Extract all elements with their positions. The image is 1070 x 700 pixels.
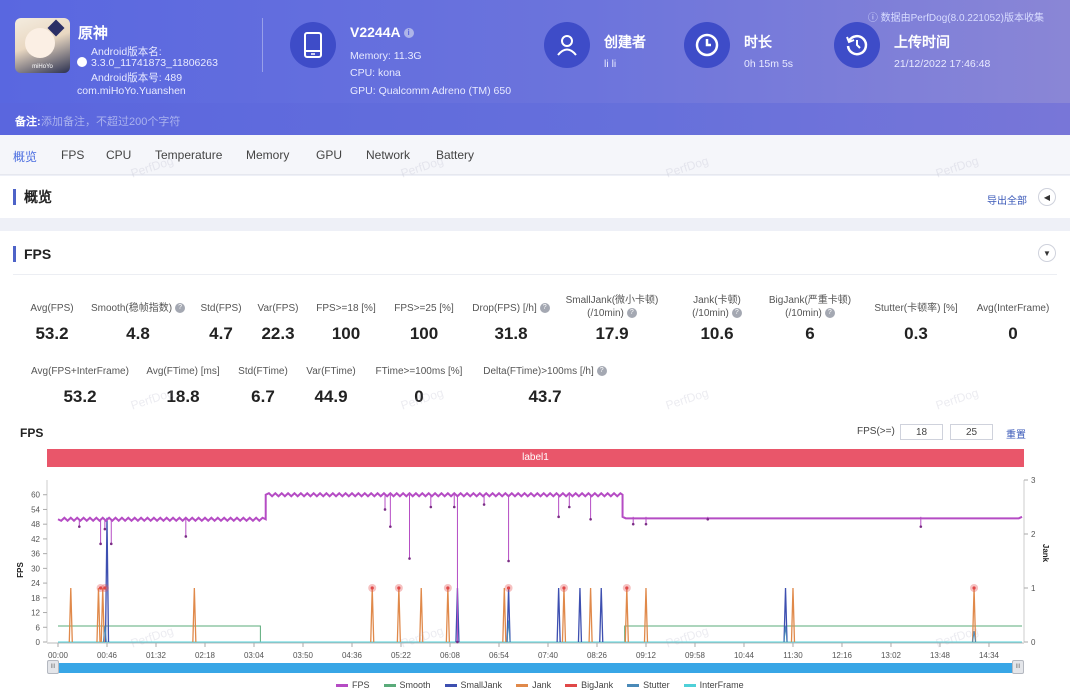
duration-value: 0h 15m 5s <box>744 58 794 70</box>
legend-swatch <box>516 683 529 687</box>
legend-swatch <box>336 683 348 687</box>
reset-button[interactable]: 重置 <box>1006 426 1026 441</box>
overview-section: 概览 <box>0 176 1070 218</box>
chart-legend: FPS Smooth SmallJank Jank BigJank Stutter Inte… <box>336 680 744 690</box>
legend-item-bigjank[interactable]: BigJank <box>565 680 613 690</box>
tab-battery[interactable]: Battery <box>436 148 474 162</box>
metric-label: Delta(FTime)>100ms [/h]? <box>465 365 625 378</box>
package-name: com.miHoYo.Yuanshen <box>77 85 186 97</box>
tab-overview[interactable]: 概览 <box>13 148 37 165</box>
time-range-slider[interactable] <box>47 663 1024 673</box>
note-input[interactable]: 添加备注，不超过200个字符 <box>41 113 180 129</box>
app-name: 原神 <box>78 25 109 42</box>
metric-value: 43.7 <box>528 387 562 406</box>
tab-cpu[interactable]: CPU <box>106 148 131 162</box>
creator-title: 创建者 <box>604 34 646 50</box>
metric-value: 0 <box>414 387 424 406</box>
device-gpu: GPU: Qualcomm Adreno (TM) 650 <box>350 85 512 97</box>
clock-icon <box>684 22 730 68</box>
tab-bar: 概览 FPS CPU Temperature Memory GPU Networ… <box>0 135 1070 175</box>
legend-swatch <box>444 683 457 687</box>
collapse-down-button[interactable]: ▼ <box>1038 244 1056 262</box>
legend-item-smooth[interactable]: Smooth <box>383 680 431 690</box>
fps-threshold-label: FPS(>=) <box>857 426 895 437</box>
legend-swatch <box>627 683 640 687</box>
legend-item-fps[interactable]: FPS <box>336 680 370 690</box>
history-icon <box>834 22 880 68</box>
caret-left-icon: ◀ <box>1043 192 1051 202</box>
note-label: 备注: <box>15 116 41 128</box>
android-icon <box>77 57 87 67</box>
help-icon[interactable]: ? <box>626 308 637 319</box>
upload-title: 上传时间 <box>894 34 950 50</box>
device-cpu: CPU: kona <box>350 67 401 79</box>
caret-down-icon: ▼ <box>1043 248 1051 258</box>
label-bar[interactable]: label1 <box>47 449 1024 467</box>
tab-temperature[interactable]: Temperature <box>155 148 222 162</box>
version-code-label: Android版本号: 489 <box>91 72 183 84</box>
overview-title: 概览 <box>13 189 52 205</box>
user-icon <box>544 22 590 68</box>
legend-item-interframe[interactable]: InterFrame <box>683 680 744 690</box>
tab-memory[interactable]: Memory <box>246 148 289 162</box>
metric-value: 6 <box>805 324 815 343</box>
duration-title: 时长 <box>744 34 772 50</box>
fps-section-title: FPS <box>13 246 51 262</box>
source-note: ⓘ 数据由PerfDog(8.0.221052)版本收集 <box>867 13 1044 24</box>
tab-fps[interactable]: FPS <box>61 148 84 162</box>
collapse-left-button[interactable]: ◀ <box>1038 188 1056 206</box>
creator-value: li li <box>604 58 617 70</box>
legend-item-smalljank[interactable]: SmallJank <box>444 680 502 690</box>
slider-handle-right[interactable]: III <box>1012 660 1024 674</box>
info-icon[interactable]: i <box>403 28 414 39</box>
divider <box>13 274 1057 275</box>
upload-value: 21/12/2022 17:46:48 <box>894 58 991 70</box>
fps-threshold-1-input[interactable] <box>900 424 943 440</box>
device-model: V2244A i <box>350 24 414 40</box>
metric-value: 0 <box>1008 324 1018 343</box>
device-icon <box>290 22 336 68</box>
metric-value: 53.2 <box>63 387 97 406</box>
app-icon: miHoYo <box>15 18 70 73</box>
metric-value: 17.9 <box>595 324 629 343</box>
tab-gpu[interactable]: GPU <box>316 148 342 162</box>
chart-title: FPS <box>20 426 44 440</box>
device-memory: Memory: 11.3G <box>350 50 422 62</box>
tab-network[interactable]: Network <box>366 148 410 162</box>
legend-item-stutter[interactable]: Stutter <box>627 680 670 690</box>
divider <box>262 18 263 72</box>
note-bar: 备注: 添加备注，不超过200个字符 <box>0 103 1070 135</box>
legend-swatch <box>383 683 396 687</box>
legend-item-jank[interactable]: Jank <box>516 680 551 690</box>
metric-label: Avg(InterFrame) <box>976 303 1050 314</box>
version-name: 3.3.0_11741873_11806263 <box>91 57 218 69</box>
help-icon[interactable]: ? <box>596 366 607 377</box>
legend-swatch <box>565 683 578 687</box>
legend-swatch <box>683 683 696 687</box>
report-header: miHoYo 原神 Android版本名: 3.3.0_11741873_118… <box>0 0 1070 103</box>
fps-threshold-2-input[interactable] <box>950 424 993 440</box>
slider-handle-left[interactable]: III <box>47 660 59 674</box>
export-all-button[interactable]: 导出全部 <box>987 192 1027 207</box>
help-icon[interactable]: ? <box>824 308 835 319</box>
